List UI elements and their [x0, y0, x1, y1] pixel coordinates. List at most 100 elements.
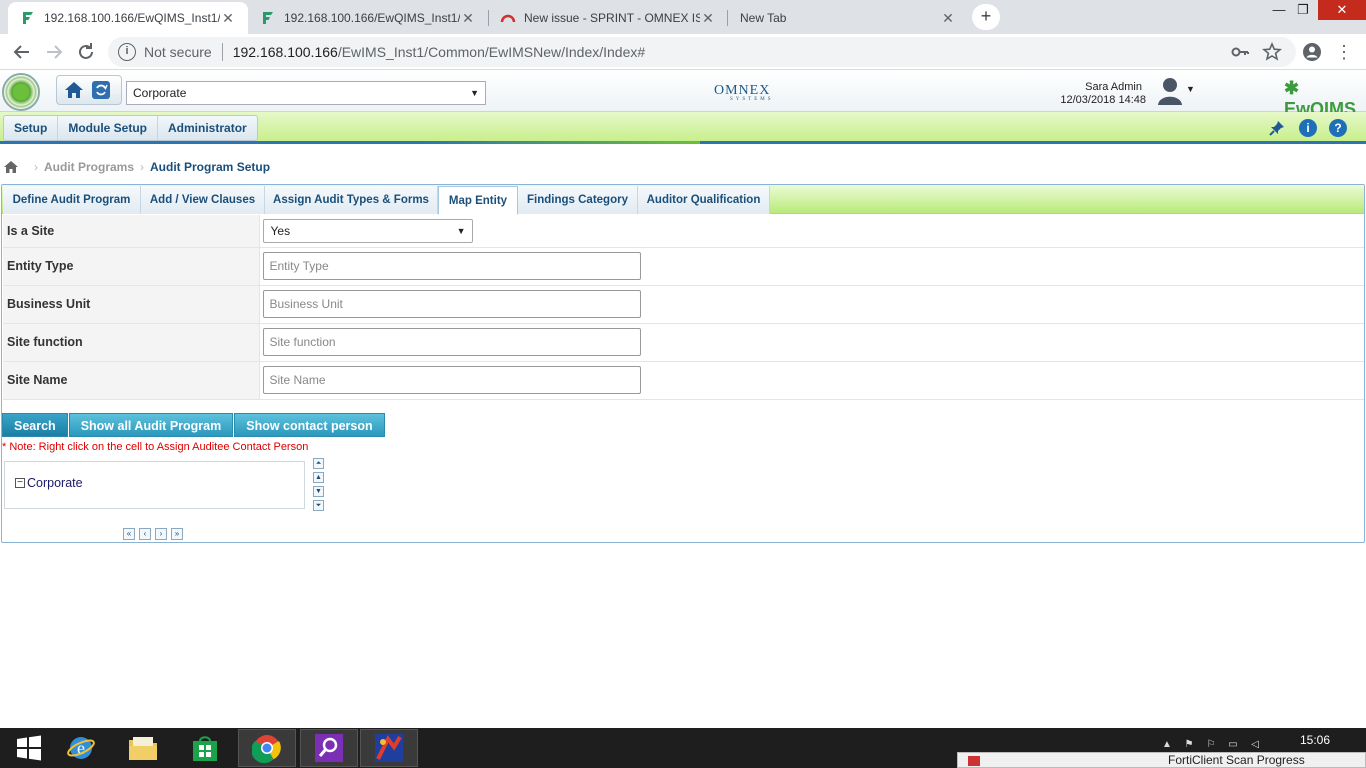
network-icon[interactable]: ▭ — [1226, 738, 1240, 752]
move-top-icon[interactable]: ⏶ — [313, 458, 324, 469]
menu-setup[interactable]: Setup — [4, 116, 59, 140]
site-selector-dropdown[interactable]: Corporate ▼ — [126, 81, 486, 105]
main-menu-bar: Setup Module Setup Administrator i ? — [0, 112, 1366, 144]
is-site-dropdown[interactable]: Yes ▼ — [262, 218, 473, 243]
info-icon[interactable]: i — [118, 43, 136, 61]
action-center-icon[interactable]: ⚐ — [1204, 738, 1218, 752]
windows-store-icon[interactable] — [176, 729, 234, 767]
user-avatar-icon[interactable] — [1156, 75, 1184, 105]
show-contact-person-button[interactable]: Show contact person — [234, 413, 385, 437]
entity-type-cell — [259, 247, 1364, 286]
site-function-input[interactable] — [262, 328, 641, 356]
back-arrow-icon[interactable] — [10, 40, 34, 64]
search-button[interactable]: Search — [2, 413, 68, 437]
main-menu: Setup Module Setup Administrator — [3, 115, 258, 141]
tab-findings-category[interactable]: Findings Category — [518, 186, 638, 214]
form-row-site-function: Site function — [3, 323, 1364, 362]
search-app-icon[interactable] — [300, 729, 358, 767]
login-datetime: 12/03/2018 14:48 — [1060, 94, 1146, 106]
tree-node-corporate[interactable]: − Corporate — [15, 476, 83, 490]
reload-icon[interactable] — [74, 40, 98, 64]
close-tab-icon[interactable]: ✕ — [940, 10, 956, 27]
tab-assign-audit-types-forms[interactable]: Assign Audit Types & Forms — [265, 186, 438, 214]
user-menu-caret-icon[interactable]: ▼ — [1186, 84, 1195, 94]
site-selector-value: Corporate — [133, 86, 187, 100]
business-unit-label: Business Unit — [3, 285, 260, 324]
collapse-icon[interactable]: − — [15, 478, 25, 488]
browser-tab-3[interactable]: New issue - SPRINT - OMNEX ISS ✕ — [488, 2, 728, 34]
info-icon[interactable]: i — [1299, 119, 1317, 137]
ewqims-favicon-icon — [260, 10, 276, 26]
address-bar[interactable]: i Not secure 192.168.100.166/EwIMS_Inst1… — [108, 37, 1296, 67]
security-label: Not secure — [144, 44, 212, 60]
tab-auditor-qualification[interactable]: Auditor Qualification — [638, 186, 770, 214]
move-bottom-icon[interactable]: ⏷ — [313, 500, 324, 511]
show-all-audit-program-button[interactable]: Show all Audit Program — [68, 413, 234, 437]
bookmark-star-icon[interactable] — [1260, 40, 1284, 64]
business-unit-input[interactable] — [262, 290, 641, 318]
new-tab-button[interactable]: + — [972, 4, 1000, 30]
refresh-icon[interactable] — [91, 80, 111, 100]
taskbar-clock[interactable]: 15:06 — [1300, 733, 1330, 747]
browser-tab-2[interactable]: 192.168.100.166/EwQIMS_Inst1/C ✕ — [248, 2, 488, 34]
internet-explorer-icon[interactable]: e — [52, 729, 110, 767]
tree-pager: « ‹ › » — [123, 528, 187, 540]
move-down-icon[interactable]: ▼ — [313, 486, 324, 497]
close-tab-icon[interactable]: ✕ — [700, 10, 716, 27]
breadcrumb-audit-programs[interactable]: Audit Programs — [44, 160, 134, 174]
tray-flag-icon[interactable]: ⚑ — [1182, 738, 1196, 752]
browser-tab-4[interactable]: New Tab ✕ — [728, 2, 968, 34]
previous-page-icon[interactable]: ‹ — [139, 528, 151, 540]
volume-icon[interactable]: ◁ — [1248, 738, 1262, 752]
breadcrumb-current: Audit Program Setup — [150, 160, 271, 174]
close-tab-icon[interactable]: ✕ — [460, 10, 476, 27]
dropdown-arrow-icon: ▼ — [456, 225, 466, 236]
key-icon[interactable] — [1228, 40, 1252, 64]
forticlient-notification-text: FortiClient Scan Progress — [1168, 753, 1305, 767]
app-logo-icon[interactable] — [2, 73, 40, 111]
move-up-icon[interactable]: ▲ — [313, 472, 324, 483]
breadcrumb-home-icon[interactable] — [4, 161, 18, 173]
menu-module-setup[interactable]: Module Setup — [58, 116, 159, 140]
snipping-tool-icon[interactable] — [360, 729, 418, 767]
file-explorer-icon[interactable] — [114, 729, 172, 767]
browser-tab-strip: 192.168.100.166/EwQIMS_Inst1/C ✕ 192.168… — [0, 0, 1366, 34]
chrome-menu-icon[interactable]: ⋮ — [1332, 40, 1356, 64]
tab-define-audit-program[interactable]: Define Audit Program — [3, 186, 141, 214]
form-row-site-name: Site Name — [3, 361, 1364, 400]
dropdown-arrow-icon: ▼ — [470, 88, 479, 98]
browser-tab-title: 192.168.100.166/EwQIMS_Inst1/C — [284, 11, 460, 25]
home-icon[interactable] — [63, 79, 85, 101]
restore-window-icon[interactable]: ❐ — [1292, 0, 1314, 20]
browser-tab-1[interactable]: 192.168.100.166/EwQIMS_Inst1/C ✕ — [8, 2, 248, 34]
last-page-icon[interactable]: » — [171, 528, 183, 540]
is-site-value: Yes — [270, 223, 291, 238]
is-site-label: Is a Site — [3, 215, 260, 248]
tab-map-entity[interactable]: Map Entity — [438, 186, 518, 215]
close-tab-icon[interactable]: ✕ — [220, 10, 236, 27]
tray-overflow-icon[interactable]: ▲ — [1160, 738, 1174, 752]
system-tray: ▲ ⚑ ⚐ ▭ ◁ — [1160, 738, 1262, 752]
setup-tabs: Define Audit Program Add / View Clauses … — [2, 185, 1364, 215]
entity-type-label: Entity Type — [3, 247, 260, 286]
browser-tab-title: New issue - SPRINT - OMNEX ISS — [524, 11, 700, 25]
entity-type-input[interactable] — [262, 252, 641, 280]
windows-start-icon[interactable] — [0, 729, 58, 767]
first-page-icon[interactable]: « — [123, 528, 135, 540]
tab-add-view-clauses[interactable]: Add / View Clauses — [141, 186, 265, 214]
forticlient-icon — [968, 756, 980, 766]
help-icon[interactable]: ? — [1329, 119, 1347, 137]
site-name-input[interactable] — [262, 366, 641, 394]
header-icon-group — [56, 75, 122, 105]
jira-favicon-icon — [500, 10, 516, 26]
close-window-icon[interactable]: ✕ — [1318, 0, 1366, 20]
forticlient-notification[interactable]: FortiClient Scan Progress — [957, 752, 1366, 768]
next-page-icon[interactable]: › — [155, 528, 167, 540]
ewqims-favicon-icon — [20, 10, 36, 26]
minimize-window-icon[interactable]: — — [1268, 0, 1290, 20]
pin-icon[interactable] — [1268, 119, 1286, 137]
chrome-icon[interactable] — [238, 729, 296, 767]
forward-arrow-icon[interactable] — [42, 40, 66, 64]
menu-administrator[interactable]: Administrator — [158, 116, 257, 140]
profile-icon[interactable] — [1300, 40, 1324, 64]
